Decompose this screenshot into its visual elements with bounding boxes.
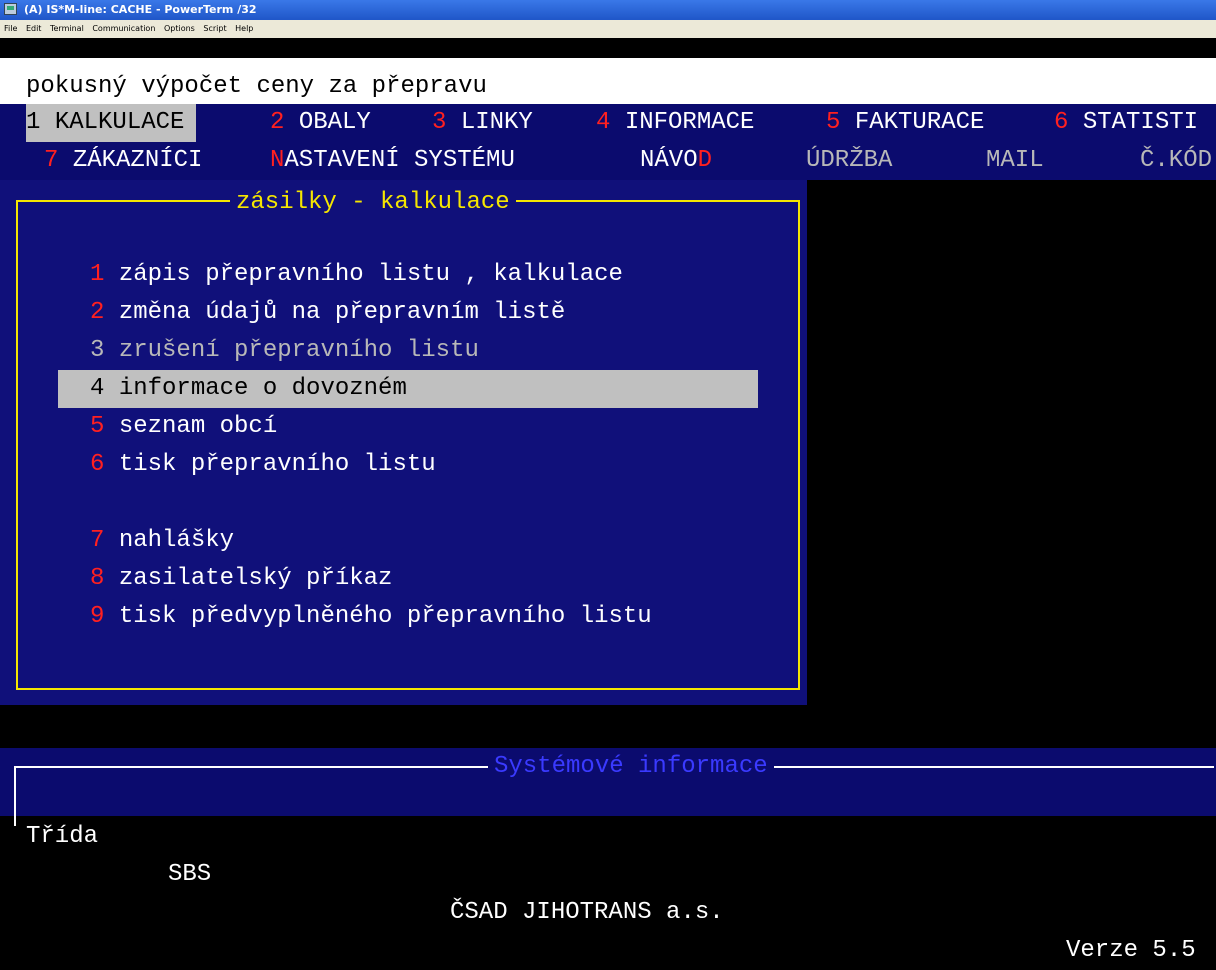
tab-label: OBALY [298,109,371,136]
tab-zakaznici[interactable]: 7 ZÁKAZNÍCI [44,142,202,180]
tab-number: 2 [270,109,285,136]
tab-number: 1 [26,109,41,136]
option-number: 5 [90,413,105,440]
option-number: 9 [90,603,105,630]
menu-option-5[interactable]: 5 seznam obcí [90,408,277,446]
option-label: tisk předvyplněného přepravního listu [118,603,652,630]
version-text: Verze 5.5 [1066,937,1196,964]
option-label: seznam obcí [118,413,278,440]
tab-nastaveni-systemu[interactable]: NASTAVENÍ SYSTÉMU [270,142,515,180]
menu-option-8[interactable]: 8 zasilatelský příkaz [90,560,392,598]
menu-option-3[interactable]: 3 zrušení přepravního listu [90,332,479,370]
option-number: 2 [90,299,105,326]
tab-statistiky[interactable]: 6 STATISTI [1054,104,1198,142]
tab-fakturace[interactable]: 5 FAKTURACE [826,104,984,142]
tab-kalkulace[interactable]: 1 KALKULACE [26,104,197,142]
menu-option-7[interactable]: 7 nahlášky [90,522,234,560]
option-number: 7 [90,527,105,554]
option-number: 6 [90,451,105,478]
tab-number: 5 [826,109,841,136]
company-name: ČSAD JIHOTRANS a.s. [450,899,724,926]
tab-hotkey: N [270,147,285,174]
menu-edit[interactable]: Edit [26,24,42,33]
window-title-bar[interactable]: (A) IS*M-line: CACHE - PowerTerm /32 [0,0,1216,20]
tab-number: 4 [596,109,611,136]
tab-label: ZÁKAZNÍCI [72,147,203,174]
tab-label: NÁVO [640,147,698,174]
main-menu-row1: 1 KALKULACE 2 OBALY 3 LINKY 4 INFORMACE … [0,104,1216,142]
menu-options[interactable]: Options [164,24,195,33]
tab-linky[interactable]: 3 LINKY [432,104,533,142]
tab-ckod[interactable]: Č.KÓD [1140,142,1212,180]
window-title: (A) IS*M-line: CACHE - PowerTerm /32 [24,3,257,16]
option-number: 1 [90,261,105,288]
tab-label: STATISTI [1082,109,1199,136]
menu-bar: File Edit Terminal Communication Options… [0,20,1216,38]
tab-label: KALKULACE [54,109,185,136]
class-label: Třída [26,823,99,850]
tab-label: ASTAVENÍ SYSTÉMU [284,147,515,174]
tab-number: 3 [432,109,447,136]
menu-option-4[interactable]: 4 informace o dovozném [90,370,407,408]
tab-number: 6 [1054,109,1069,136]
page-title: pokusný výpočet ceny za přepravu [26,73,487,100]
menu-communication[interactable]: Communication [92,24,155,33]
tab-hotkey: D [697,147,713,174]
tab-informace[interactable]: 4 INFORMACE [596,104,754,142]
option-number: 8 [90,565,105,592]
panel-title: zásilky - kalkulace [230,184,516,222]
menu-help[interactable]: Help [235,24,253,33]
tab-label: INFORMACE [624,109,755,136]
main-menu-row2: 7 ZÁKAZNÍCI NASTAVENÍ SYSTÉMU NÁVOD ÚDRŽ… [0,142,1216,180]
option-number: 4 [90,375,105,402]
menu-option-2[interactable]: 2 změna údajů na přepravním listě [90,294,565,332]
app-icon [4,3,17,15]
option-number: 3 [90,337,105,364]
tab-label: FAKTURACE [854,109,985,136]
option-label: zasilatelský příkaz [118,565,393,592]
option-label: zápis přepravního listu , kalkulace [118,261,623,288]
class-value: SBS [168,861,212,888]
menu-option-1[interactable]: 1 zápis přepravního listu , kalkulace [90,256,623,294]
tab-obaly[interactable]: 2 OBALY [270,104,371,142]
option-label: nahlášky [118,527,235,554]
tab-number: 7 [44,147,59,174]
option-label: informace o dovozném [118,375,407,402]
tab-mail[interactable]: MAIL [986,142,1044,180]
menu-option-6[interactable]: 6 tisk přepravního listu [90,446,436,484]
option-label: zrušení přepravního listu [118,337,479,364]
option-label: tisk přepravního listu [118,451,436,478]
option-label: změna údajů na přepravním listě [118,299,566,326]
status-line: Třída SBS ČSAD JIHOTRANS a.s. Verze 5.5 [26,780,1216,970]
tab-navod[interactable]: NÁVOD [640,142,712,180]
menu-file[interactable]: File [4,24,17,33]
menu-terminal[interactable]: Terminal [50,24,84,33]
menu-option-9[interactable]: 9 tisk předvyplněného přepravního listu [90,598,652,636]
tab-label: LINKY [460,109,533,136]
tab-udrzba[interactable]: ÚDRŽBA [806,142,892,180]
menu-script[interactable]: Script [203,24,226,33]
